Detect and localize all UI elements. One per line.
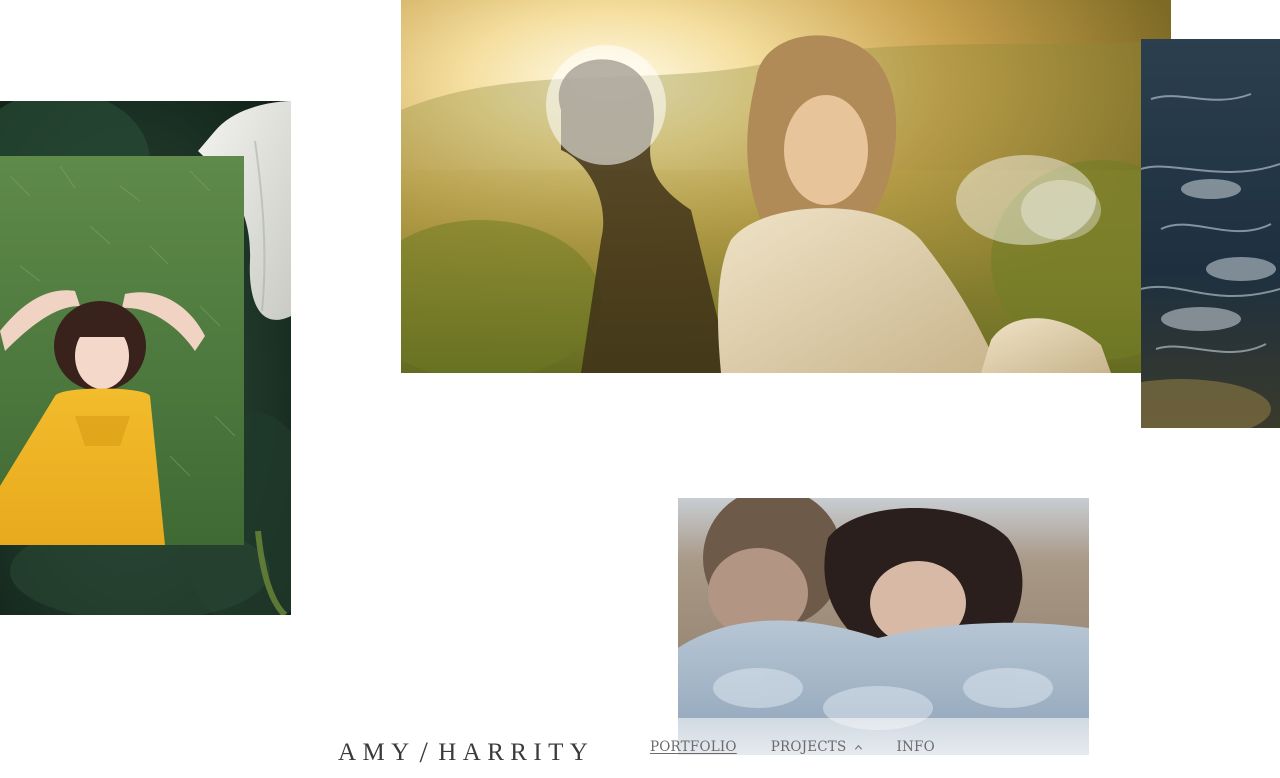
site-footer: AMY / HARRITY PORTFOLIO PROJECTS INFO <box>0 718 1280 778</box>
brand-slash: / <box>419 736 435 769</box>
photo-girl-grass[interactable] <box>0 156 244 545</box>
footer-background <box>0 718 1280 778</box>
sunlit-couple-image <box>401 0 1171 373</box>
ocean-image <box>1141 39 1280 428</box>
photo-embrace[interactable] <box>678 498 1089 755</box>
main-nav: PORTFOLIO PROJECTS INFO <box>650 739 935 755</box>
nav-item-info[interactable]: INFO <box>896 739 934 755</box>
chevron-up-icon <box>855 744 863 750</box>
portfolio-page: AMY / HARRITY PORTFOLIO PROJECTS INFO <box>0 0 1280 778</box>
brand-name-first: AMY <box>338 739 416 766</box>
brand-name-last: HARRITY <box>438 739 595 766</box>
embrace-image <box>678 498 1089 755</box>
nav-item-portfolio[interactable]: PORTFOLIO <box>650 739 737 755</box>
nav-item-projects[interactable]: PROJECTS <box>771 739 864 755</box>
site-logo[interactable]: AMY / HARRITY <box>338 734 595 769</box>
photo-sunlit-couple[interactable] <box>401 0 1171 373</box>
nav-item-projects-label: PROJECTS <box>770 739 847 755</box>
girl-grass-image <box>0 156 244 545</box>
photo-ocean[interactable] <box>1141 39 1280 428</box>
